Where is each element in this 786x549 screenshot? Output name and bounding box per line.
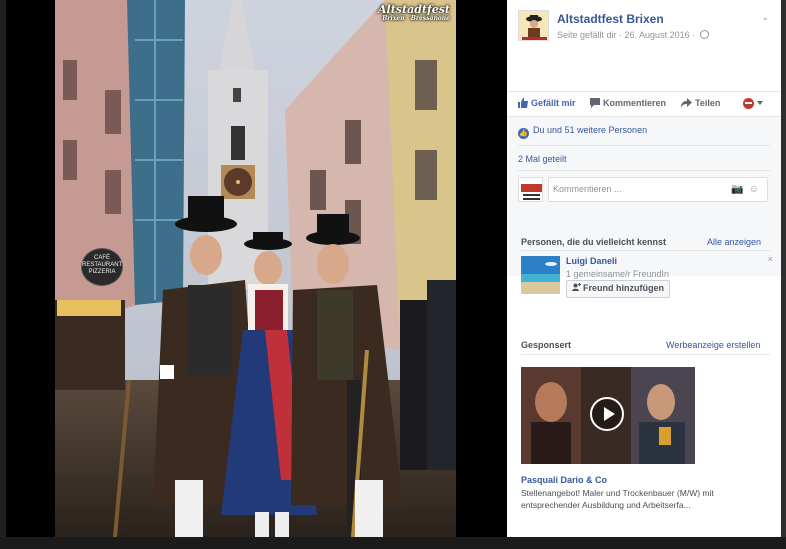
viewer-edge xyxy=(0,0,6,537)
add-friend-icon xyxy=(572,283,581,291)
camera-icon[interactable]: 📷 xyxy=(731,184,743,195)
suggestion-name[interactable]: Luigi Daneli xyxy=(566,256,617,266)
page-logo-icon xyxy=(519,178,542,201)
comment-icon xyxy=(590,98,600,108)
comment-composer: Kommentieren ... 📷 ☺ xyxy=(518,177,770,203)
divider xyxy=(521,354,770,355)
cafe-sign: CAFÉ RESTAURANT PIZZERIA xyxy=(81,248,123,286)
comment-placeholder: Kommentieren ... xyxy=(553,184,622,194)
emoji-icon[interactable]: ☺ xyxy=(749,184,759,195)
sponsored-title: Gesponsert xyxy=(521,340,572,350)
chevron-down-icon[interactable]: ⌄ xyxy=(761,12,769,23)
beach-photo-icon xyxy=(521,256,560,294)
page-avatar[interactable] xyxy=(518,10,549,41)
play-icon[interactable] xyxy=(590,397,624,431)
sponsored-video[interactable] xyxy=(521,367,695,464)
cafe-sign-line-1: CAFÉ xyxy=(93,255,110,261)
window-gutter xyxy=(781,0,786,537)
photo-viewer: CAFÉ RESTAURANT PIZZERIA Altstadtfest Br… xyxy=(0,0,507,537)
dropdown-arrow-icon xyxy=(757,101,763,105)
page-name-link[interactable]: Altstadtfest Brixen xyxy=(557,12,664,26)
comment-label: Kommentieren xyxy=(603,98,667,108)
commenter-avatar xyxy=(518,177,543,202)
add-friend-label: Freund hinzufügen xyxy=(583,283,664,293)
advertiser-name[interactable]: Pasquali Dario & Co xyxy=(521,475,607,485)
share-arrow-icon xyxy=(681,98,692,108)
people-section-title: Personen, die du vielleicht kennst xyxy=(521,237,667,247)
friend-suggestion: Luigi Daneli 1 gemeinsame/r FreundIn Fre… xyxy=(521,254,773,300)
globe-icon xyxy=(699,30,709,39)
like-label: Gefällt mir xyxy=(531,98,576,108)
page-identity-icon xyxy=(743,98,754,109)
create-ad-link[interactable]: Werbeanzeige erstellen xyxy=(666,340,760,350)
shares-count-link[interactable]: 2 Mal geteilt xyxy=(518,154,567,164)
page-logo-icon xyxy=(519,11,548,40)
divider xyxy=(518,145,770,146)
post-as-selector[interactable] xyxy=(743,98,765,111)
see-all-link[interactable]: Alle anzeigen xyxy=(707,237,761,247)
share-label: Teilen xyxy=(695,98,721,108)
divider xyxy=(518,170,770,171)
mutual-friends[interactable]: 1 gemeinsame/r FreundIn xyxy=(566,269,669,279)
like-button[interactable]: Gefällt mir xyxy=(518,98,576,108)
ad-description[interactable]: Stellenangebot! Maler und Trockenbauer (… xyxy=(521,487,739,511)
cafe-sign-line-3: PIZZERIA xyxy=(88,269,116,275)
comment-button[interactable]: Kommentieren xyxy=(590,98,666,108)
post-photo[interactable]: CAFÉ RESTAURANT PIZZERIA Altstadtfest Br… xyxy=(55,0,456,537)
post-meta-text: Seite gefällt dir · 26. August 2016 · xyxy=(557,30,696,40)
dismiss-suggestion-button[interactable]: × xyxy=(768,254,773,264)
watermark-subtitle: Brixen · Bressanone xyxy=(382,15,450,22)
photo-sidebar: Altstadtfest Brixen Seite gefällt dir · … xyxy=(507,0,781,537)
photo-watermark: Altstadtfest Brixen · Bressanone xyxy=(378,3,450,22)
thumbs-up-icon xyxy=(518,98,528,108)
action-bar: Gefällt mir Kommentieren Teilen xyxy=(507,91,781,117)
post-meta: Seite gefällt dir · 26. August 2016 · xyxy=(557,30,709,40)
likes-summary[interactable]: 👍 Du und 51 weitere Personen xyxy=(518,125,647,139)
add-friend-button[interactable]: Freund hinzufügen xyxy=(566,280,670,298)
likes-text: Du und 51 weitere Personen xyxy=(533,125,648,135)
suggestion-avatar[interactable] xyxy=(521,256,560,294)
cafe-sign-line-2: RESTAURANT xyxy=(82,262,123,268)
like-reaction-icon: 👍 xyxy=(518,128,529,139)
share-button[interactable]: Teilen xyxy=(681,98,720,108)
bottom-bar xyxy=(0,537,786,549)
comment-tools: 📷 ☺ xyxy=(726,184,759,195)
post-header: Altstadtfest Brixen Seite gefällt dir · … xyxy=(518,10,773,46)
comment-input[interactable]: Kommentieren ... 📷 ☺ xyxy=(548,177,768,202)
divider xyxy=(521,250,770,251)
